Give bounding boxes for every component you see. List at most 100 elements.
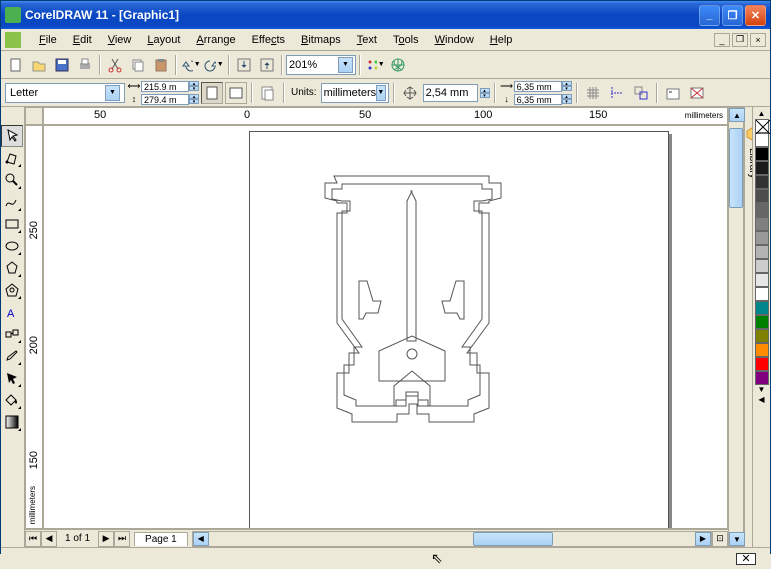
polygon-tool[interactable] bbox=[1, 257, 23, 279]
rectangle-tool[interactable] bbox=[1, 213, 23, 235]
color-swatch[interactable] bbox=[755, 315, 769, 329]
color-swatch[interactable] bbox=[755, 329, 769, 343]
menu-bitmaps[interactable]: Bitmaps bbox=[293, 32, 349, 48]
h-scroll-thumb[interactable] bbox=[473, 532, 553, 546]
menu-arrange[interactable]: Arrange bbox=[188, 32, 243, 48]
titlebar[interactable]: CorelDRAW 11 - [Graphic1] _ ❐ ✕ bbox=[1, 1, 770, 29]
menu-tools[interactable]: Tools bbox=[385, 32, 427, 48]
zoom-combo[interactable]: ▼ bbox=[286, 55, 356, 75]
horizontal-ruler[interactable]: 50 0 50 100 150 millimeters bbox=[43, 107, 728, 125]
color-swatch[interactable] bbox=[755, 273, 769, 287]
color-swatch[interactable] bbox=[755, 217, 769, 231]
color-swatch[interactable] bbox=[755, 189, 769, 203]
color-swatch[interactable] bbox=[755, 175, 769, 189]
scroll-left-button[interactable]: ◀ bbox=[193, 532, 209, 546]
menu-edit[interactable]: Edit bbox=[65, 32, 100, 48]
scroll-right-button[interactable]: ▶ bbox=[695, 532, 711, 546]
no-color-swatch[interactable] bbox=[755, 119, 769, 133]
menu-view[interactable]: View bbox=[100, 32, 140, 48]
interactive-fill-tool[interactable] bbox=[1, 411, 23, 433]
doc-minimize-button[interactable]: _ bbox=[714, 33, 730, 47]
ruler-origin[interactable] bbox=[25, 107, 43, 125]
close-button[interactable]: ✕ bbox=[745, 5, 766, 26]
eyedropper-tool[interactable] bbox=[1, 345, 23, 367]
cut-button[interactable] bbox=[104, 54, 126, 76]
menu-layout[interactable]: Layout bbox=[139, 32, 188, 48]
menu-window[interactable]: Window bbox=[427, 32, 482, 48]
menu-text[interactable]: Text bbox=[349, 32, 385, 48]
drawing-canvas[interactable] bbox=[43, 125, 728, 529]
dup-y-input[interactable]: 6,35 mm bbox=[514, 94, 562, 105]
snap-to-grid-button[interactable] bbox=[582, 82, 604, 104]
navigator-button[interactable]: ⊡ bbox=[712, 531, 728, 547]
freehand-tool[interactable] bbox=[1, 191, 23, 213]
landscape-button[interactable] bbox=[225, 82, 247, 104]
snap-to-guidelines-button[interactable] bbox=[606, 82, 628, 104]
color-swatch[interactable] bbox=[755, 343, 769, 357]
new-button[interactable] bbox=[5, 54, 27, 76]
export-button[interactable] bbox=[256, 54, 278, 76]
options-button[interactable] bbox=[662, 82, 684, 104]
palette-flyout-arrow[interactable]: ◀ bbox=[755, 395, 769, 405]
scroll-down-button[interactable]: ▼ bbox=[729, 532, 745, 546]
first-page-button[interactable]: ⏮ bbox=[25, 531, 41, 547]
paste-button[interactable] bbox=[150, 54, 172, 76]
color-swatch[interactable] bbox=[755, 287, 769, 301]
zoom-input[interactable] bbox=[289, 59, 334, 71]
color-swatch[interactable] bbox=[755, 301, 769, 315]
vertical-ruler[interactable]: 250 200 150 millimeters bbox=[25, 125, 43, 529]
shape-tool[interactable] bbox=[1, 147, 23, 169]
page-width-input[interactable]: 215.9 m bbox=[141, 81, 189, 92]
scroll-up-button[interactable]: ▲ bbox=[729, 108, 745, 122]
doc-close-button[interactable]: × bbox=[750, 33, 766, 47]
color-swatch[interactable] bbox=[755, 259, 769, 273]
zoom-dropdown-arrow[interactable]: ▼ bbox=[338, 57, 353, 73]
redo-button[interactable]: ▼ bbox=[203, 54, 225, 76]
app-launcher-button[interactable]: ▼ bbox=[364, 54, 386, 76]
status-fill-indicator[interactable]: ✕ bbox=[736, 553, 756, 565]
doc-restore-button[interactable]: ❐ bbox=[732, 33, 748, 47]
text-tool[interactable]: A bbox=[1, 301, 23, 323]
height-down[interactable]: ▾ bbox=[189, 99, 199, 104]
minimize-button[interactable]: _ bbox=[699, 5, 720, 26]
open-button[interactable] bbox=[28, 54, 50, 76]
color-swatch[interactable] bbox=[755, 203, 769, 217]
nudge-down[interactable]: ▾ bbox=[480, 93, 490, 98]
corel-icon[interactable] bbox=[5, 32, 21, 48]
units-dropdown-arrow[interactable]: ▼ bbox=[376, 85, 385, 101]
width-down[interactable]: ▾ bbox=[189, 86, 199, 91]
paper-dropdown-arrow[interactable]: ▼ bbox=[105, 85, 120, 101]
treat-as-filled-button[interactable] bbox=[686, 82, 708, 104]
color-swatch[interactable] bbox=[755, 371, 769, 385]
snap-to-objects-button[interactable] bbox=[630, 82, 652, 104]
portrait-button[interactable] bbox=[201, 82, 223, 104]
color-swatch[interactable] bbox=[755, 133, 769, 147]
next-page-button[interactable]: ▶ bbox=[98, 531, 114, 547]
palette-down-arrow[interactable]: ▼ bbox=[755, 385, 769, 395]
corel-online-button[interactable] bbox=[387, 54, 409, 76]
fill-tool[interactable] bbox=[1, 389, 23, 411]
units-combo[interactable]: millimeters ▼ bbox=[321, 83, 389, 103]
ellipse-tool[interactable] bbox=[1, 235, 23, 257]
menu-file[interactable]: File bbox=[31, 32, 65, 48]
basic-shapes-tool[interactable] bbox=[1, 279, 23, 301]
zoom-tool[interactable] bbox=[1, 169, 23, 191]
menu-help[interactable]: Help bbox=[482, 32, 521, 48]
pick-tool[interactable] bbox=[1, 125, 23, 147]
palette-up-arrow[interactable]: ▲ bbox=[755, 109, 769, 119]
color-swatch[interactable] bbox=[755, 147, 769, 161]
import-button[interactable] bbox=[233, 54, 255, 76]
v-scroll-thumb[interactable] bbox=[729, 128, 743, 208]
drawing-object[interactable] bbox=[299, 166, 529, 446]
save-button[interactable] bbox=[51, 54, 73, 76]
interactive-blend-tool[interactable] bbox=[1, 323, 23, 345]
drawing-units-button[interactable] bbox=[257, 82, 279, 104]
color-swatch[interactable] bbox=[755, 357, 769, 371]
menu-effects[interactable]: Effects bbox=[244, 32, 293, 48]
paper-size-combo[interactable]: Letter ▼ bbox=[5, 83, 125, 103]
horizontal-scrollbar[interactable]: ◀ ▶ bbox=[192, 531, 712, 547]
undo-button[interactable]: ▼ bbox=[180, 54, 202, 76]
copy-button[interactable] bbox=[127, 54, 149, 76]
color-swatch[interactable] bbox=[755, 245, 769, 259]
outline-tool[interactable] bbox=[1, 367, 23, 389]
